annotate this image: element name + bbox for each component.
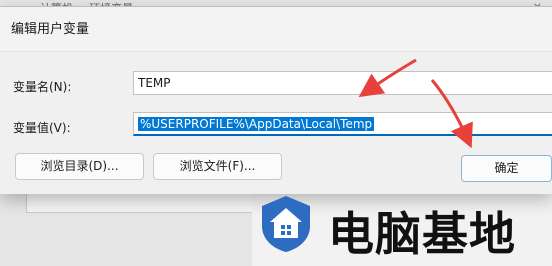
dialog-body: 变量名(N): TEMP 变量值(V): %USERPROFILE%\AppDa… bbox=[0, 51, 552, 194]
browse-file-button[interactable]: 浏览文件(F)... bbox=[153, 153, 282, 180]
variable-name-text: TEMP bbox=[138, 76, 171, 90]
watermark-text: 电脑基地 bbox=[328, 207, 516, 261]
variable-value-label: 变量值(V): bbox=[13, 121, 71, 135]
variable-name-label: 变量名(N): bbox=[13, 80, 72, 94]
house-shield-logo bbox=[262, 196, 310, 252]
background-list-panel bbox=[26, 192, 254, 213]
dialog-title: 编辑用户变量 bbox=[11, 22, 90, 37]
ok-button[interactable]: 确定 bbox=[461, 155, 552, 182]
browse-directory-button[interactable]: 浏览目录(D)... bbox=[15, 153, 144, 180]
variable-value-input[interactable]: %USERPROFILE%\AppData\Local\Temp bbox=[133, 112, 552, 136]
variable-value-selected-text: %USERPROFILE%\AppData\Local\Temp bbox=[138, 117, 375, 131]
edit-user-variable-dialog: 编辑用户变量 变量名(N): TEMP 变量值(V): %USERPROFILE… bbox=[0, 6, 552, 194]
variable-name-input[interactable]: TEMP bbox=[133, 71, 552, 95]
